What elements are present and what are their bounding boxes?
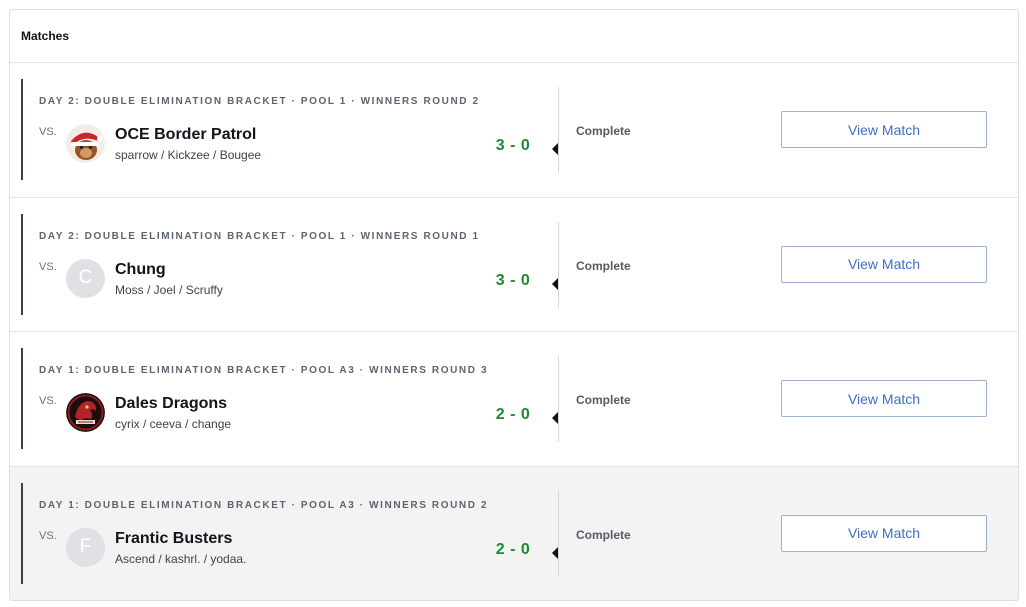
view-match-button[interactable]: View Match [781,380,987,417]
column-divider [558,221,559,308]
vs-label: VS. [39,529,57,542]
match-score: 2 - 0 [495,540,531,558]
row-accent-bar [21,79,23,180]
match-row: DAY 1: DOUBLE ELIMINATION BRACKET · POOL… [10,332,1018,467]
match-status: Complete [576,258,631,273]
match-stage-label: DAY 2: DOUBLE ELIMINATION BRACKET · POOL… [39,96,480,107]
row-accent-bar [21,482,23,584]
match-status: Complete [576,124,631,138]
match-score: 3 - 0 [495,271,531,289]
team-name: Chung [115,260,166,278]
match-row: DAY 2: DOUBLE ELIMINATION BRACKET · POOL… [10,63,1018,198]
view-match-button[interactable]: View Match [781,245,987,283]
team-roster: sparrow / Kickzee / Bougee [115,148,262,162]
column-divider [558,356,559,442]
match-stage-label: DAY 2: DOUBLE ELIMINATION BRACKET · POOL… [39,230,480,242]
row-accent-bar [21,213,23,315]
santa-hat-mascot-logo-icon [66,124,105,163]
panel-header: Matches [10,10,1018,63]
vs-label: VS. [39,260,57,273]
match-status: Complete [576,393,631,407]
vs-label: VS. [39,395,57,407]
column-divider [558,490,559,577]
match-row: DAY 1: DOUBLE ELIMINATION BRACKET · POOL… [10,466,1018,600]
team-name: Frantic Busters [115,529,233,547]
match-score: 3 - 0 [495,137,531,154]
row-accent-bar [21,348,23,449]
match-stage-label: DAY 1: DOUBLE ELIMINATION BRACKET · POOL… [39,499,489,511]
column-divider [558,87,559,173]
team-name: OCE Border Patrol [115,126,257,143]
view-match-button[interactable]: View Match [781,111,987,148]
letter-avatar-icon: C [66,258,105,298]
match-row: DAY 2: DOUBLE ELIMINATION BRACKET · POOL… [10,197,1018,332]
team-name: Dales Dragons [115,395,228,412]
match-stage-label: DAY 1: DOUBLE ELIMINATION BRACKET · POOL… [39,365,489,376]
matches-panel: Matches DAY 2: DOUBLE ELIMINATION BRACKE… [9,9,1019,601]
view-match-button[interactable]: View Match [781,514,987,552]
dragon-logo-icon [66,393,105,432]
team-roster: Moss / Joel / Scruffy [115,282,223,297]
match-status: Complete [576,527,631,542]
vs-label: VS. [39,126,57,138]
team-roster: cyrix / ceeva / change [115,417,232,431]
panel-title: Matches [21,29,70,43]
team-roster: Ascend / kashrl. / yodaa. [115,551,247,566]
match-score: 2 - 0 [495,406,531,423]
letter-avatar-icon: F [66,527,105,567]
